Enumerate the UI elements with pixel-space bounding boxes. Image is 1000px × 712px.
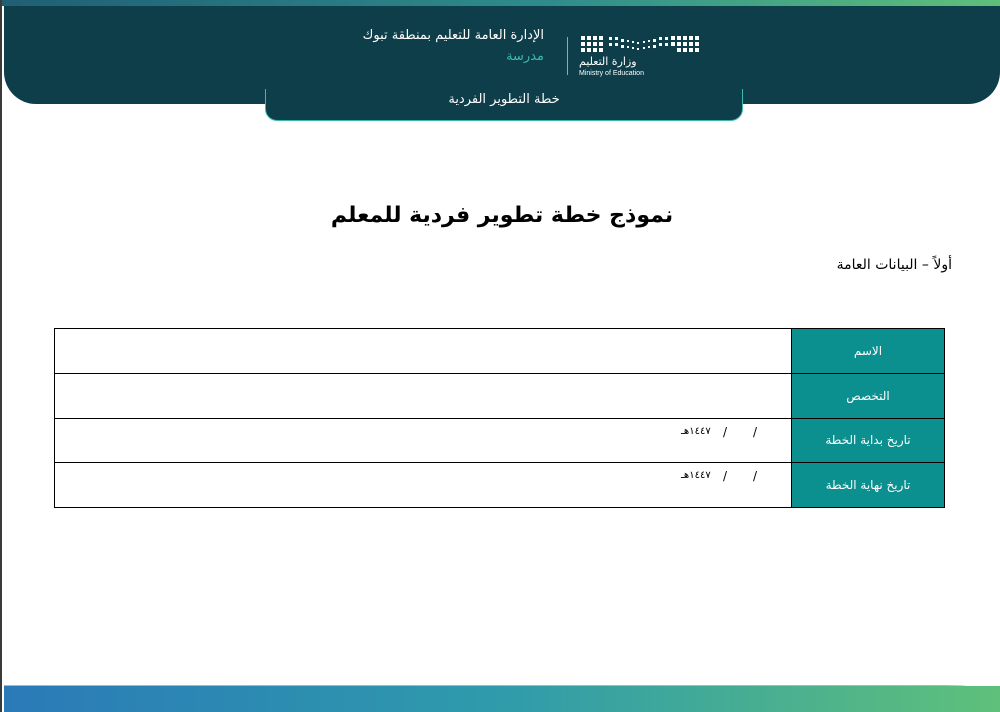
bottom-gradient-strip [4,686,1000,712]
document-page: الإدارة العامة للتعليم بمنطقة تبوك مدرسة [0,0,1000,712]
date-slash: / [753,469,758,484]
date-field: / / ١٤٤٧هـ [675,469,775,485]
name-value-cell[interactable] [54,328,792,374]
date-slash: / [723,469,728,484]
table-row: التخصص [54,372,945,419]
date-field: / / ١٤٤٧هـ [675,425,775,441]
plan-end-label: تاريخ نهاية الخطة [791,462,945,508]
plan-tab: خطة التطوير الفردية [265,89,743,121]
plan-start-label: تاريخ بداية الخطة [791,417,945,464]
plan-start-value-cell[interactable]: / / ١٤٤٧هـ [54,417,792,464]
date-slash: / [753,424,758,439]
date-slash: / [723,424,728,439]
section-heading: أولاً – البيانات العامة [836,257,952,273]
name-label: الاسم [791,328,945,374]
table-row: / / ١٤٤٧هـ تاريخ نهاية الخطة [54,462,945,508]
ministry-logo: وزارة التعليم Ministry of Education [579,34,709,82]
logo-dots-icon [581,36,699,52]
specialty-label: التخصص [791,372,945,419]
document-title: نموذج خطة تطوير فردية للمعلم [330,203,674,228]
date-year: ١٤٤٧هـ [681,425,711,437]
department-title: الإدارة العامة للتعليم بمنطقة تبوك [362,28,544,43]
specialty-value-cell[interactable] [54,372,792,419]
date-year: ١٤٤٧هـ [681,470,711,482]
logo-divider [567,37,568,75]
school-label: مدرسة [506,49,544,64]
logo-arabic-text: وزارة التعليم [579,55,637,68]
table-row: / / ١٤٤٧هـ تاريخ بداية الخطة [54,417,945,464]
plan-tab-label: خطة التطوير الفردية [448,92,560,107]
logo-english-text: Ministry of Education [579,70,644,77]
general-info-table: الاسم التخصص / / ١٤٤٧هـ تاريخ بداية الخط… [54,328,945,508]
table-row: الاسم [54,328,945,374]
plan-end-value-cell[interactable]: / / ١٤٤٧هـ [54,462,792,508]
